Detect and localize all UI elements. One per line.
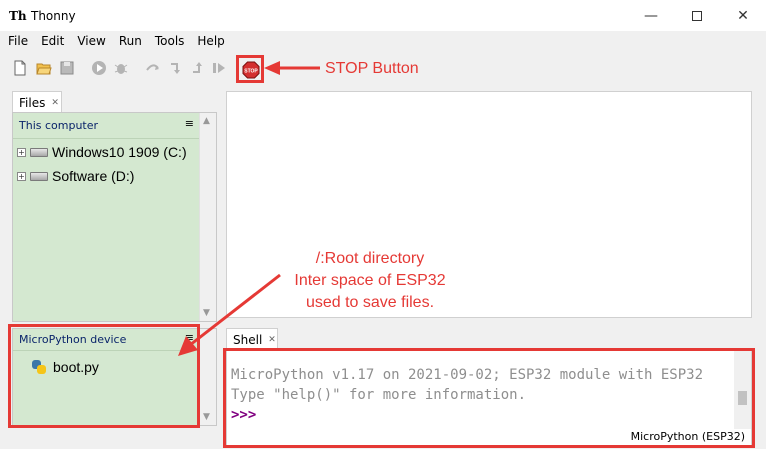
this-computer-title: This computer [19, 119, 99, 132]
stop-button-highlight [236, 55, 264, 83]
tab-files[interactable]: Files ✕ [12, 91, 62, 113]
resume-icon[interactable] [211, 60, 227, 76]
maximize-button[interactable] [674, 0, 720, 32]
close-tab-icon[interactable]: ✕ [51, 98, 59, 108]
panel-menu-icon[interactable]: ≡ [185, 117, 194, 130]
step-over-icon[interactable] [145, 60, 161, 76]
minimize-icon: — [644, 8, 658, 24]
window-title: Thonny [31, 9, 76, 23]
save-icon[interactable] [59, 60, 75, 76]
title-bar: Th Thonny — ✕ [0, 0, 766, 32]
drive-icon [30, 171, 48, 181]
drive-label: Windows10 1909 (C:) [52, 144, 187, 160]
expand-icon[interactable]: + [17, 147, 26, 157]
scroll-down-icon[interactable]: ▼ [203, 412, 210, 422]
scroll-up-icon[interactable]: ▲ [203, 116, 210, 126]
menu-run[interactable]: Run [111, 32, 147, 52]
drive-icon [30, 147, 48, 157]
drive-label: Software (D:) [52, 168, 135, 184]
menu-help[interactable]: Help [189, 32, 229, 52]
device-arrow [178, 273, 281, 356]
close-icon: ✕ [737, 8, 749, 24]
expand-icon[interactable]: + [17, 171, 26, 181]
menu-view[interactable]: View [69, 32, 110, 52]
step-into-icon[interactable] [168, 60, 184, 76]
menu-file[interactable]: File [0, 32, 33, 52]
maximize-icon [692, 11, 702, 21]
minimize-button[interactable]: — [628, 0, 674, 32]
menu-edit[interactable]: Edit [33, 32, 69, 52]
shell-highlight [223, 348, 755, 448]
step-out-icon[interactable] [190, 60, 206, 76]
menu-tools[interactable]: Tools [147, 32, 190, 52]
root-annotation-line1: /:Root directory [315, 250, 425, 267]
run-icon[interactable] [91, 60, 107, 76]
menu-bar: File Edit View Run Tools Help [0, 32, 766, 52]
debug-icon[interactable] [113, 60, 129, 76]
stop-arrow [264, 61, 320, 75]
close-button[interactable]: ✕ [720, 0, 766, 32]
tab-files-label: Files [19, 95, 46, 110]
new-file-icon[interactable] [12, 60, 28, 76]
open-folder-icon[interactable] [36, 60, 52, 76]
root-annotation-line3: used to save files. [305, 294, 435, 311]
this-computer-header: This computer ≡ [13, 113, 216, 139]
drive-item-d[interactable]: + Software (D:) [13, 165, 134, 187]
stop-button-annotation: STOP Button [325, 60, 419, 77]
thonny-app-icon: Th [9, 9, 27, 23]
root-annotation-line2: Inter space of ESP32 [294, 272, 446, 289]
drive-item-c[interactable]: + Windows10 1909 (C:) [13, 141, 187, 163]
